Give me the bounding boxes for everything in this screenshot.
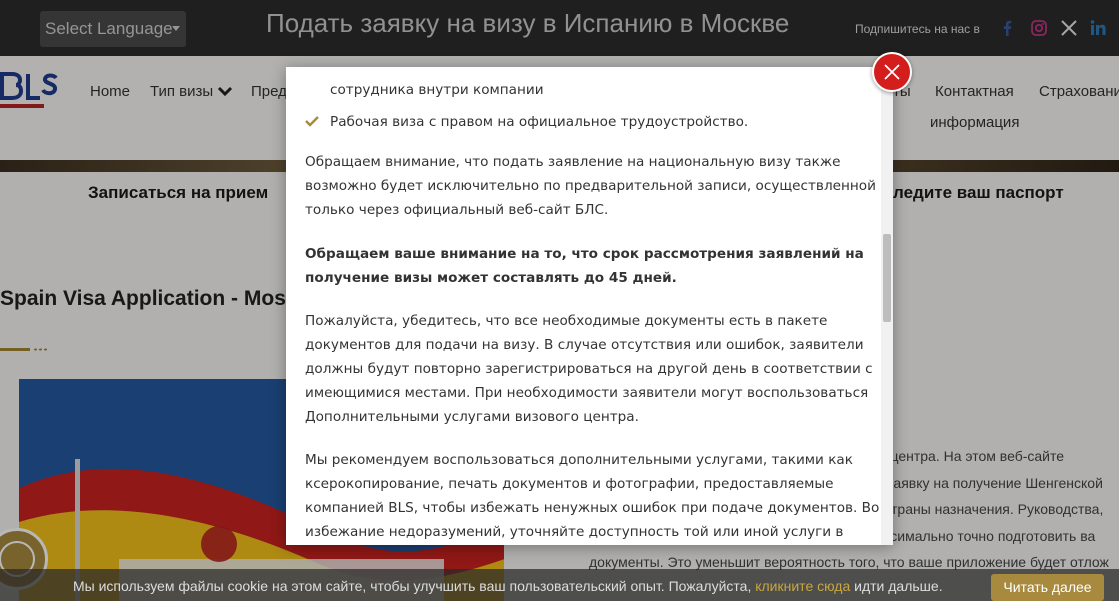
- cookie-link[interactable]: кликните сюда: [755, 578, 850, 594]
- modal-text-line: возможно будет исключительно по предвари…: [305, 178, 876, 194]
- modal-text-line: компанией BLS, чтобы избежать ненужных о…: [305, 500, 880, 516]
- modal-text-line: Обращаем внимание, что подать заявление …: [305, 154, 841, 170]
- modal-scrollbar[interactable]: [881, 67, 893, 545]
- modal-check-text: Рабочая виза с правом на официальное тру…: [330, 114, 749, 130]
- cookie-read-more-button[interactable]: Читать далее: [991, 574, 1104, 601]
- cookie-message-end: идти дальше.: [854, 578, 943, 594]
- cookie-bar: Мы используем файлы cookie на этом сайте…: [0, 569, 1119, 601]
- modal-paragraph-2: Обращаем ваше внимание на то, что срок р…: [305, 242, 865, 290]
- modal-paragraph-1: Обращаем внимание, что подать заявление …: [305, 150, 876, 222]
- modal-text-line: Обращаем ваше внимание на то, что срок р…: [305, 246, 864, 262]
- modal-text-line: избежание недоразумений, уточняйте досту…: [305, 524, 844, 540]
- modal-text-line: Пожалуйста, убедитесь, что все необходим…: [305, 313, 828, 329]
- modal-check-item: Рабочая виза с правом на официальное тру…: [305, 110, 865, 134]
- modal-text-line: ксерокопирование, печать документов и фо…: [305, 476, 834, 492]
- modal-cut-line: [305, 67, 865, 77]
- modal-scrollbar-thumb[interactable]: [883, 234, 891, 322]
- cookie-message: Мы используем файлы cookie на этом сайте…: [73, 578, 752, 594]
- modal-text-line: должны будут повторно зарегистрироваться…: [305, 361, 873, 377]
- modal-text-line: сотрудника внутри компании: [330, 82, 544, 98]
- modal-text-line: Дополнительными услугами визового центра…: [305, 409, 639, 425]
- notice-modal: сотрудника внутри компании Рабочая виза …: [286, 67, 893, 545]
- modal-body: сотрудника внутри компании Рабочая виза …: [305, 67, 880, 544]
- modal-text-line: только через официальный веб-сайт БЛС.: [305, 202, 609, 218]
- close-icon: [884, 64, 900, 80]
- cookie-text: Мы используем файлы cookie на этом сайте…: [73, 578, 943, 594]
- modal-close-button[interactable]: [872, 52, 912, 92]
- checkmark-icon: [305, 116, 319, 127]
- modal-paragraph-3: Пожалуйста, убедитесь, что все необходим…: [305, 309, 873, 429]
- modal-paragraph-4: Мы рекомендуем воспользоваться дополните…: [305, 448, 880, 544]
- modal-text-line: имеющимися местами. При необходимости за…: [305, 385, 869, 401]
- modal-text-line: получение визы может составлять до 45 дн…: [305, 270, 677, 286]
- modal-text-line: документов для подачи на визу. В случае …: [305, 337, 864, 353]
- modal-text-line: Мы рекомендуем воспользоваться дополните…: [305, 452, 853, 468]
